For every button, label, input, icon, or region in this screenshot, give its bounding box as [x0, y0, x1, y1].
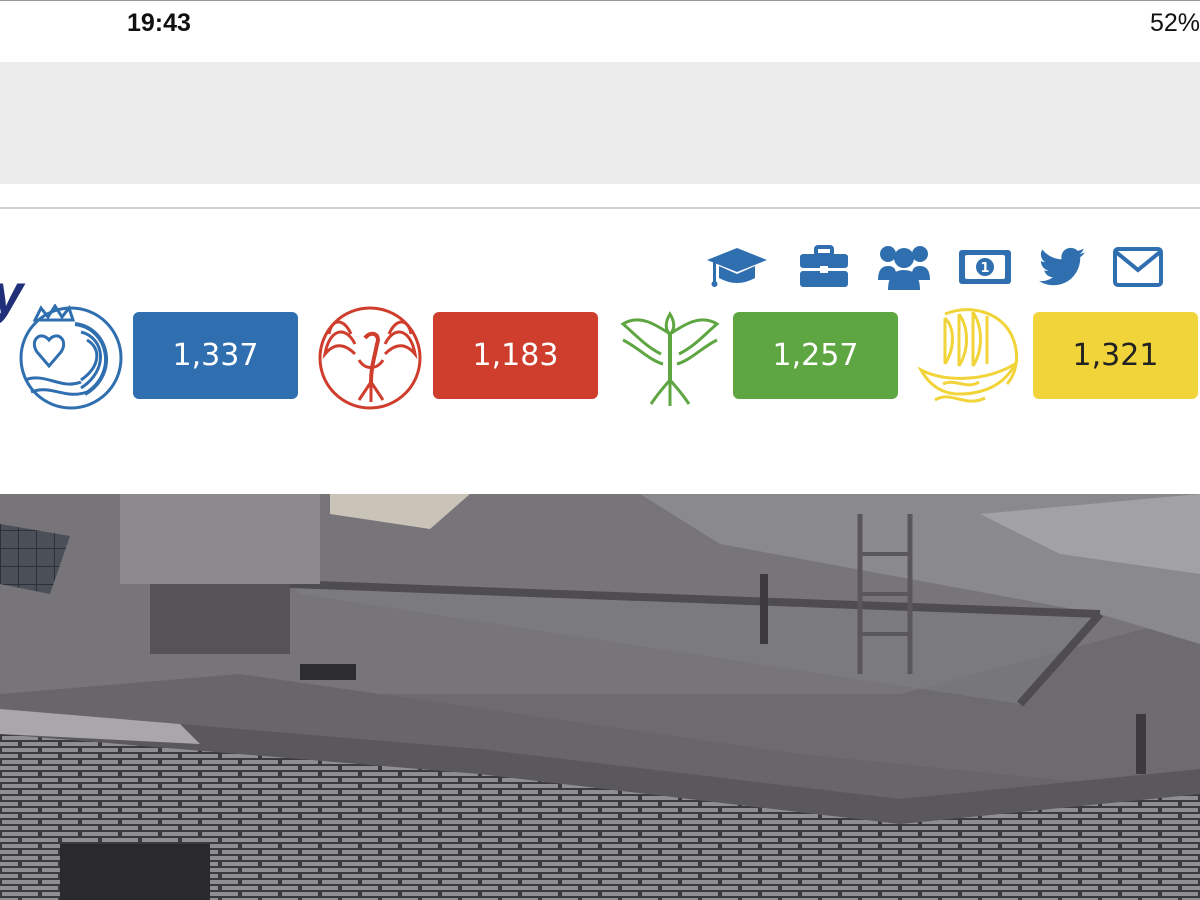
crowned-heart-wave-crest — [15, 303, 125, 410]
address-bar-area — [0, 62, 1200, 184]
green-phoenix-crest — [615, 304, 725, 410]
twitter-icon[interactable] — [1030, 241, 1094, 293]
house-score-blue[interactable]: 1,337 — [133, 312, 298, 399]
status-battery: 52% — [1149, 9, 1200, 37]
site-header: y — [0, 209, 1200, 494]
hero-photo — [0, 494, 1200, 900]
yellow-ship-crest — [915, 304, 1025, 410]
status-time: 19:43 — [127, 9, 191, 37]
house-score-red[interactable]: 1,183 — [433, 312, 598, 399]
svg-text:1: 1 — [980, 261, 989, 276]
users-icon[interactable] — [872, 241, 936, 293]
status-bar: 19:43 52% — [0, 0, 1200, 62]
graduation-cap-icon[interactable] — [705, 241, 769, 293]
header-icon-row: 1 — [700, 241, 1180, 293]
briefcase-icon[interactable] — [792, 241, 856, 293]
house-score-yellow[interactable]: 1,321 — [1033, 312, 1198, 399]
money-icon[interactable]: 1 — [953, 241, 1017, 293]
house-score-green[interactable]: 1,257 — [733, 312, 898, 399]
red-phoenix-crest — [315, 304, 425, 410]
house-points-row: 1,337 1,183 1,257 1,321 — [0, 303, 1200, 414]
envelope-icon[interactable] — [1106, 241, 1170, 293]
